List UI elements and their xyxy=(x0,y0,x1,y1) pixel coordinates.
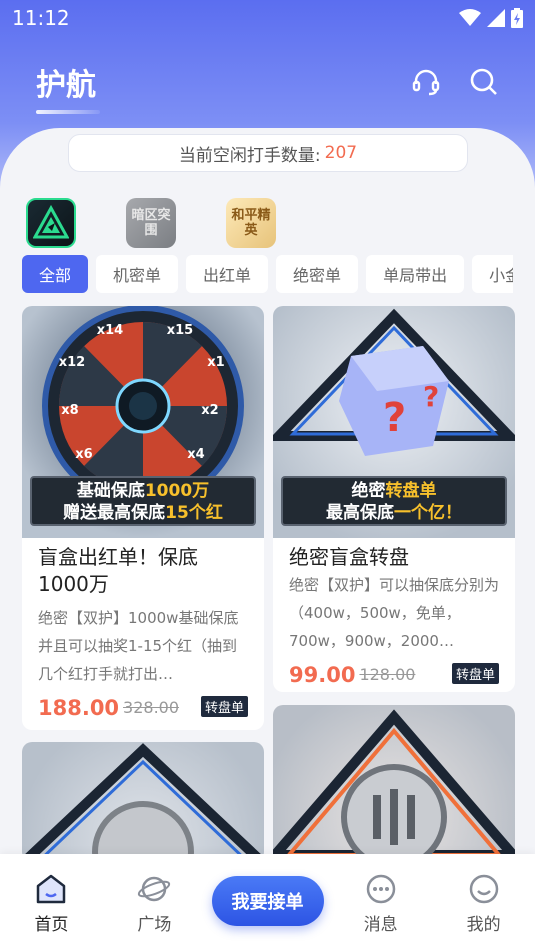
planet-icon xyxy=(138,876,171,902)
page-title: 护航 xyxy=(36,60,100,114)
game-selector: 暗区突围 和平精英 xyxy=(26,198,276,248)
banner-line2-b: 15个红 xyxy=(165,503,223,523)
tab-single-round[interactable]: 单局带出 xyxy=(366,255,465,293)
card-description: 绝密【双护】1000w基础保底并且可以抽奖1-15个红（抽到几个红打手就打出… xyxy=(38,609,239,683)
game-peace-elite[interactable]: 和平精英 xyxy=(226,198,276,248)
nav-messages-label: 消息 xyxy=(363,915,398,935)
tab-red-drop[interactable]: 出红单 xyxy=(186,255,269,293)
wifi-icon xyxy=(459,9,481,26)
signal-icon xyxy=(487,9,505,27)
idle-label: 当前空闲打手数量: xyxy=(178,145,321,166)
banner-line2-a: 赠送最高保底 xyxy=(63,503,166,523)
card-old-price: 328.00 xyxy=(123,698,180,717)
idle-count: 207 xyxy=(324,143,358,163)
card-price: 188.00 xyxy=(38,696,120,720)
nav-cta: 我要接单 xyxy=(206,874,329,926)
wheel-multiplier-label: x2 xyxy=(201,403,218,418)
svg-text:?: ? xyxy=(383,395,406,441)
product-card[interactable] xyxy=(273,705,515,865)
card-tag: 转盘单 xyxy=(200,696,248,717)
coin-graphic xyxy=(273,709,515,865)
wheel-multiplier-label: x12 xyxy=(59,355,85,370)
banner-line1-a: 绝密 xyxy=(351,481,386,501)
product-card[interactable]: ? ? 绝密转盘单 最高保底一个亿！ 绝密盲盒转盘 绝密【双护】可以抽保底分别为… xyxy=(273,306,515,692)
home-icon xyxy=(37,874,66,904)
message-icon xyxy=(366,874,395,904)
nav-mine[interactable]: 我的 xyxy=(432,874,535,935)
triangle-logo-icon xyxy=(33,205,69,239)
card-old-price: 128.00 xyxy=(359,665,416,684)
wheel-multiplier-label: x4 xyxy=(187,447,204,462)
card-description: 绝密【双护】可以抽保底分别为（400w，500w，免单，700w，900w，20… xyxy=(289,576,499,650)
tab-confidential[interactable]: 机密单 xyxy=(96,255,179,293)
banner-line1-b: 1000万 xyxy=(144,481,210,501)
wheel-multiplier-label: x6 xyxy=(75,447,92,462)
header-actions xyxy=(411,67,499,97)
nav-messages[interactable]: 消息 xyxy=(329,874,432,935)
svg-text:?: ? xyxy=(423,380,439,413)
nav-square-label: 广场 xyxy=(137,915,172,935)
headset-icon[interactable] xyxy=(411,67,441,97)
search-icon[interactable] xyxy=(469,67,499,97)
card-title: 绝密盲盒转盘 xyxy=(289,545,409,569)
card-body: 绝密盲盒转盘 绝密【双护】可以抽保底分别为（400w，500w，免单，700w，… xyxy=(273,538,515,692)
card-title: 盲盒出红单！保底1000万 xyxy=(38,545,198,596)
card-image: ? ? 绝密转盘单 最高保底一个亿！ xyxy=(273,306,515,538)
nav-square[interactable]: 广场 xyxy=(103,874,206,935)
banner-line2-a: 最高保底 xyxy=(326,503,394,523)
take-order-button[interactable]: 我要接单 xyxy=(211,876,324,926)
game-dark-zone[interactable]: 暗区突围 xyxy=(126,198,176,248)
card-price: 99.00 xyxy=(289,663,356,687)
bottom-nav: 首页 广场 我要接单 消息 我的 xyxy=(0,854,535,951)
tab-top-secret[interactable]: 绝密单 xyxy=(276,255,359,293)
tab-all[interactable]: 全部 xyxy=(22,255,89,293)
profile-icon xyxy=(469,874,498,904)
product-card[interactable] xyxy=(22,742,264,862)
price-row: 188.00 328.00 转盘单 xyxy=(38,696,248,720)
wheel-multiplier-label: x1 xyxy=(207,355,224,370)
card-image xyxy=(22,742,264,862)
banner-line1-a: 基础保底 xyxy=(76,481,145,501)
status-icons xyxy=(459,8,523,28)
idle-worker-count: 当前空闲打手数量: 207 xyxy=(68,134,468,172)
wheel-multiplier-label: x14 xyxy=(97,323,123,338)
card-banner: 绝密转盘单 最高保底一个亿！ xyxy=(281,476,507,526)
card-image xyxy=(273,705,515,865)
price-row: 99.00 128.00 转盘单 xyxy=(289,663,499,687)
wheel-multiplier-label: x8 xyxy=(61,403,78,418)
wheel-multiplier-label: x15 xyxy=(167,323,193,338)
nav-home-label: 首页 xyxy=(34,915,69,935)
status-bar: 11:12 xyxy=(0,0,535,36)
game-triangle[interactable] xyxy=(26,198,76,248)
app-header: 护航 xyxy=(0,52,535,114)
status-time: 11:12 xyxy=(12,6,70,30)
tab-small-gold[interactable]: 小金 xyxy=(472,255,513,293)
card-banner: 基础保底1000万 赠送最高保底15个红 xyxy=(30,476,256,526)
coin-graphic xyxy=(22,743,264,862)
card-tag: 转盘单 xyxy=(451,663,499,684)
card-body: 盲盒出红单！保底1000万 绝密【双护】1000w基础保底并且可以抽奖1-15个… xyxy=(22,538,264,730)
battery-icon xyxy=(511,8,523,28)
nav-home[interactable]: 首页 xyxy=(0,874,103,935)
banner-line2-b: 一个亿！ xyxy=(394,503,462,523)
banner-line1-b: 转盘单 xyxy=(385,481,437,501)
nav-mine-label: 我的 xyxy=(466,915,501,935)
card-image: x14 x15 x12 x1 x8 x2 x6 x4 基础保底1000万 赠送最高保底15个红 xyxy=(22,306,264,538)
category-tabs: 全部 机密单 出红单 绝密单 单局带出 小金 xyxy=(22,255,513,295)
product-card[interactable]: x14 x15 x12 x1 x8 x2 x6 x4 基础保底1000万 赠送最高保底15个红… xyxy=(22,306,264,730)
